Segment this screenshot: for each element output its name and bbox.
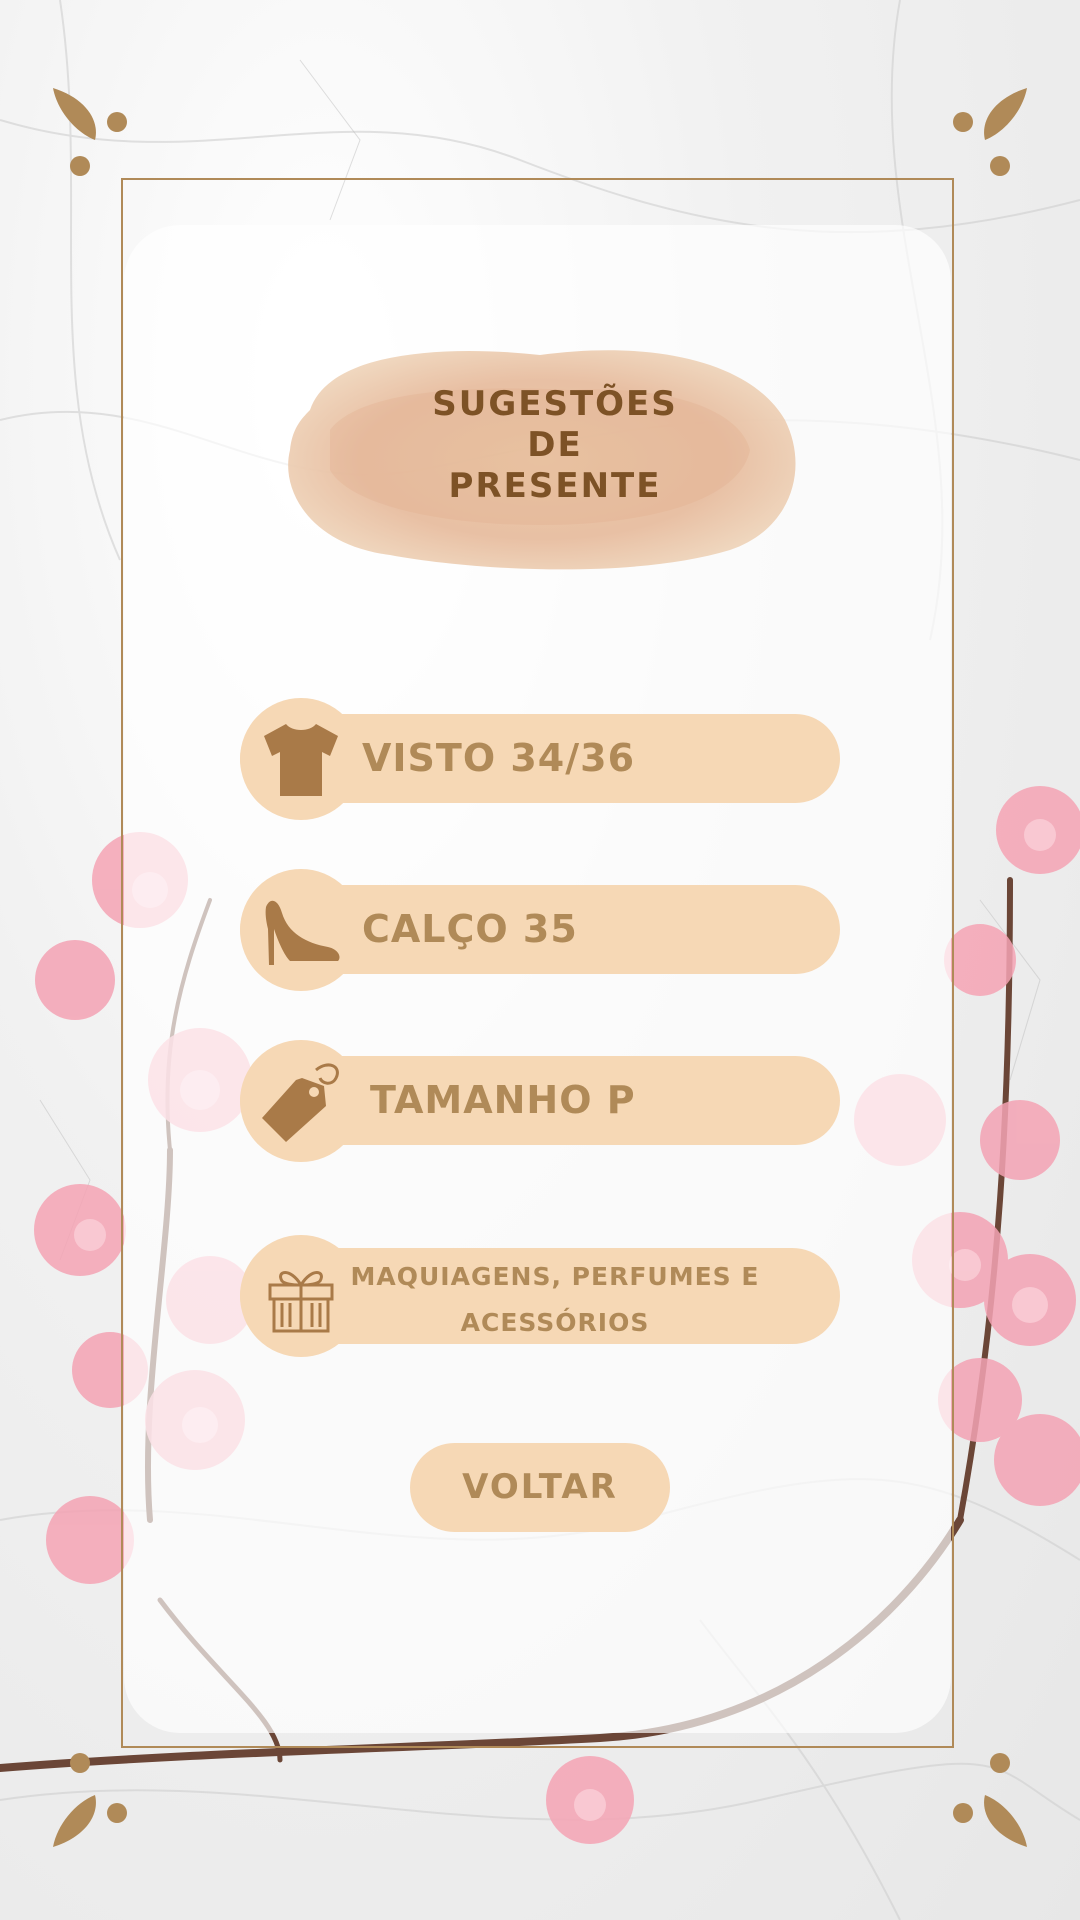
icon-circle [240, 1039, 362, 1162]
back-button[interactable]: VOLTAR [410, 1443, 670, 1532]
corner-leaf-ornament-top-right [953, 88, 1027, 176]
title-line-3: PRESENTE [448, 466, 662, 506]
item-label-multiline: MAQUIAGENS, PERFUMES E ACESSÓRIOS [340, 1254, 770, 1346]
suggestion-item-shoe-size[interactable]: CALÇO 35 [240, 868, 840, 991]
item-label-line-2: ACESSÓRIOS [460, 1308, 650, 1337]
corner-leaf-ornament-top-left [53, 88, 127, 176]
item-label: TAMANHO P [370, 1078, 636, 1122]
page-title: SUGESTÕES DE PRESENTE [270, 384, 840, 507]
suggestion-item-size[interactable]: TAMANHO P [240, 1039, 840, 1162]
price-tag-icon [262, 1062, 339, 1142]
item-label: VISTO 34/36 [362, 736, 636, 780]
icon-circle [240, 868, 362, 991]
icon-circle [240, 697, 362, 820]
corner-leaf-ornament-bottom-right [953, 1753, 1027, 1847]
item-label-line-1: MAQUIAGENS, PERFUMES E [350, 1262, 760, 1291]
title-line-2: DE [527, 425, 583, 465]
suggestion-item-clothing-size[interactable]: VISTO 34/36 [240, 697, 840, 820]
tshirt-icon [264, 723, 338, 796]
title-line-1: SUGESTÕES [432, 384, 678, 424]
gift-box-icon [268, 1271, 334, 1333]
suggestion-item-makeup-perfumes-accessories[interactable]: MAQUIAGENS, PERFUMES E ACESSÓRIOS [240, 1235, 840, 1357]
high-heel-icon [265, 900, 340, 965]
corner-leaf-ornament-bottom-left [53, 1753, 127, 1847]
item-label: CALÇO 35 [362, 907, 578, 951]
